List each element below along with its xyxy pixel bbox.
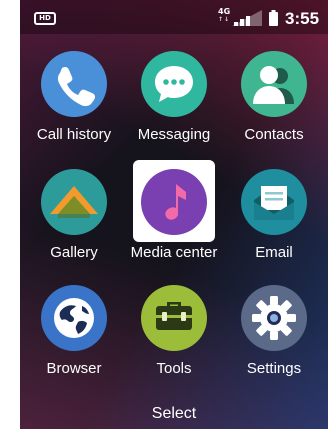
app-gallery[interactable]: Gallery: [24, 168, 124, 278]
app-label: Browser: [46, 360, 102, 377]
app-label: Gallery: [50, 244, 98, 261]
envelope-icon: [240, 168, 308, 236]
phone-icon: [40, 50, 108, 118]
app-label: Contacts: [244, 126, 304, 143]
app-label: Call history: [36, 126, 112, 143]
app-tools[interactable]: Tools: [124, 284, 224, 394]
hd-voice-icon: HD: [34, 12, 56, 25]
app-settings[interactable]: Settings: [224, 284, 324, 394]
music-note-icon: [140, 168, 208, 236]
network-type: 4G ↑↓: [218, 8, 230, 24]
app-label: Settings: [246, 360, 302, 377]
app-email[interactable]: Email: [224, 168, 324, 278]
mountain-icon: [40, 168, 108, 236]
globe-icon: [40, 284, 108, 352]
status-bar: HD 4G ↑↓ 3:55: [20, 0, 328, 34]
app-label: Email: [255, 244, 293, 261]
signal-icon: [232, 10, 262, 26]
app-browser[interactable]: Browser: [24, 284, 124, 394]
app-contacts[interactable]: Contacts: [224, 50, 324, 160]
app-call-history[interactable]: Call history: [24, 50, 124, 160]
battery-icon: [269, 10, 278, 26]
app-label: Media center: [130, 244, 218, 261]
home-screen: HD 4G ↑↓ 3:55 Call history Messaging Con…: [20, 0, 328, 429]
gear-icon: [240, 284, 308, 352]
app-label: Messaging: [137, 126, 211, 143]
chat-bubble-icon: [140, 50, 208, 118]
clock: 3:55: [285, 9, 320, 28]
app-label: Tools: [156, 360, 192, 377]
network-label: 4G: [218, 7, 231, 16]
app-messaging[interactable]: Messaging: [124, 50, 224, 160]
toolbox-icon: [140, 284, 208, 352]
softkey-select[interactable]: Select: [20, 405, 328, 423]
data-arrows-icon: ↑↓: [218, 16, 231, 23]
contacts-icon: [240, 50, 308, 118]
app-media-center[interactable]: Media center: [124, 160, 224, 278]
